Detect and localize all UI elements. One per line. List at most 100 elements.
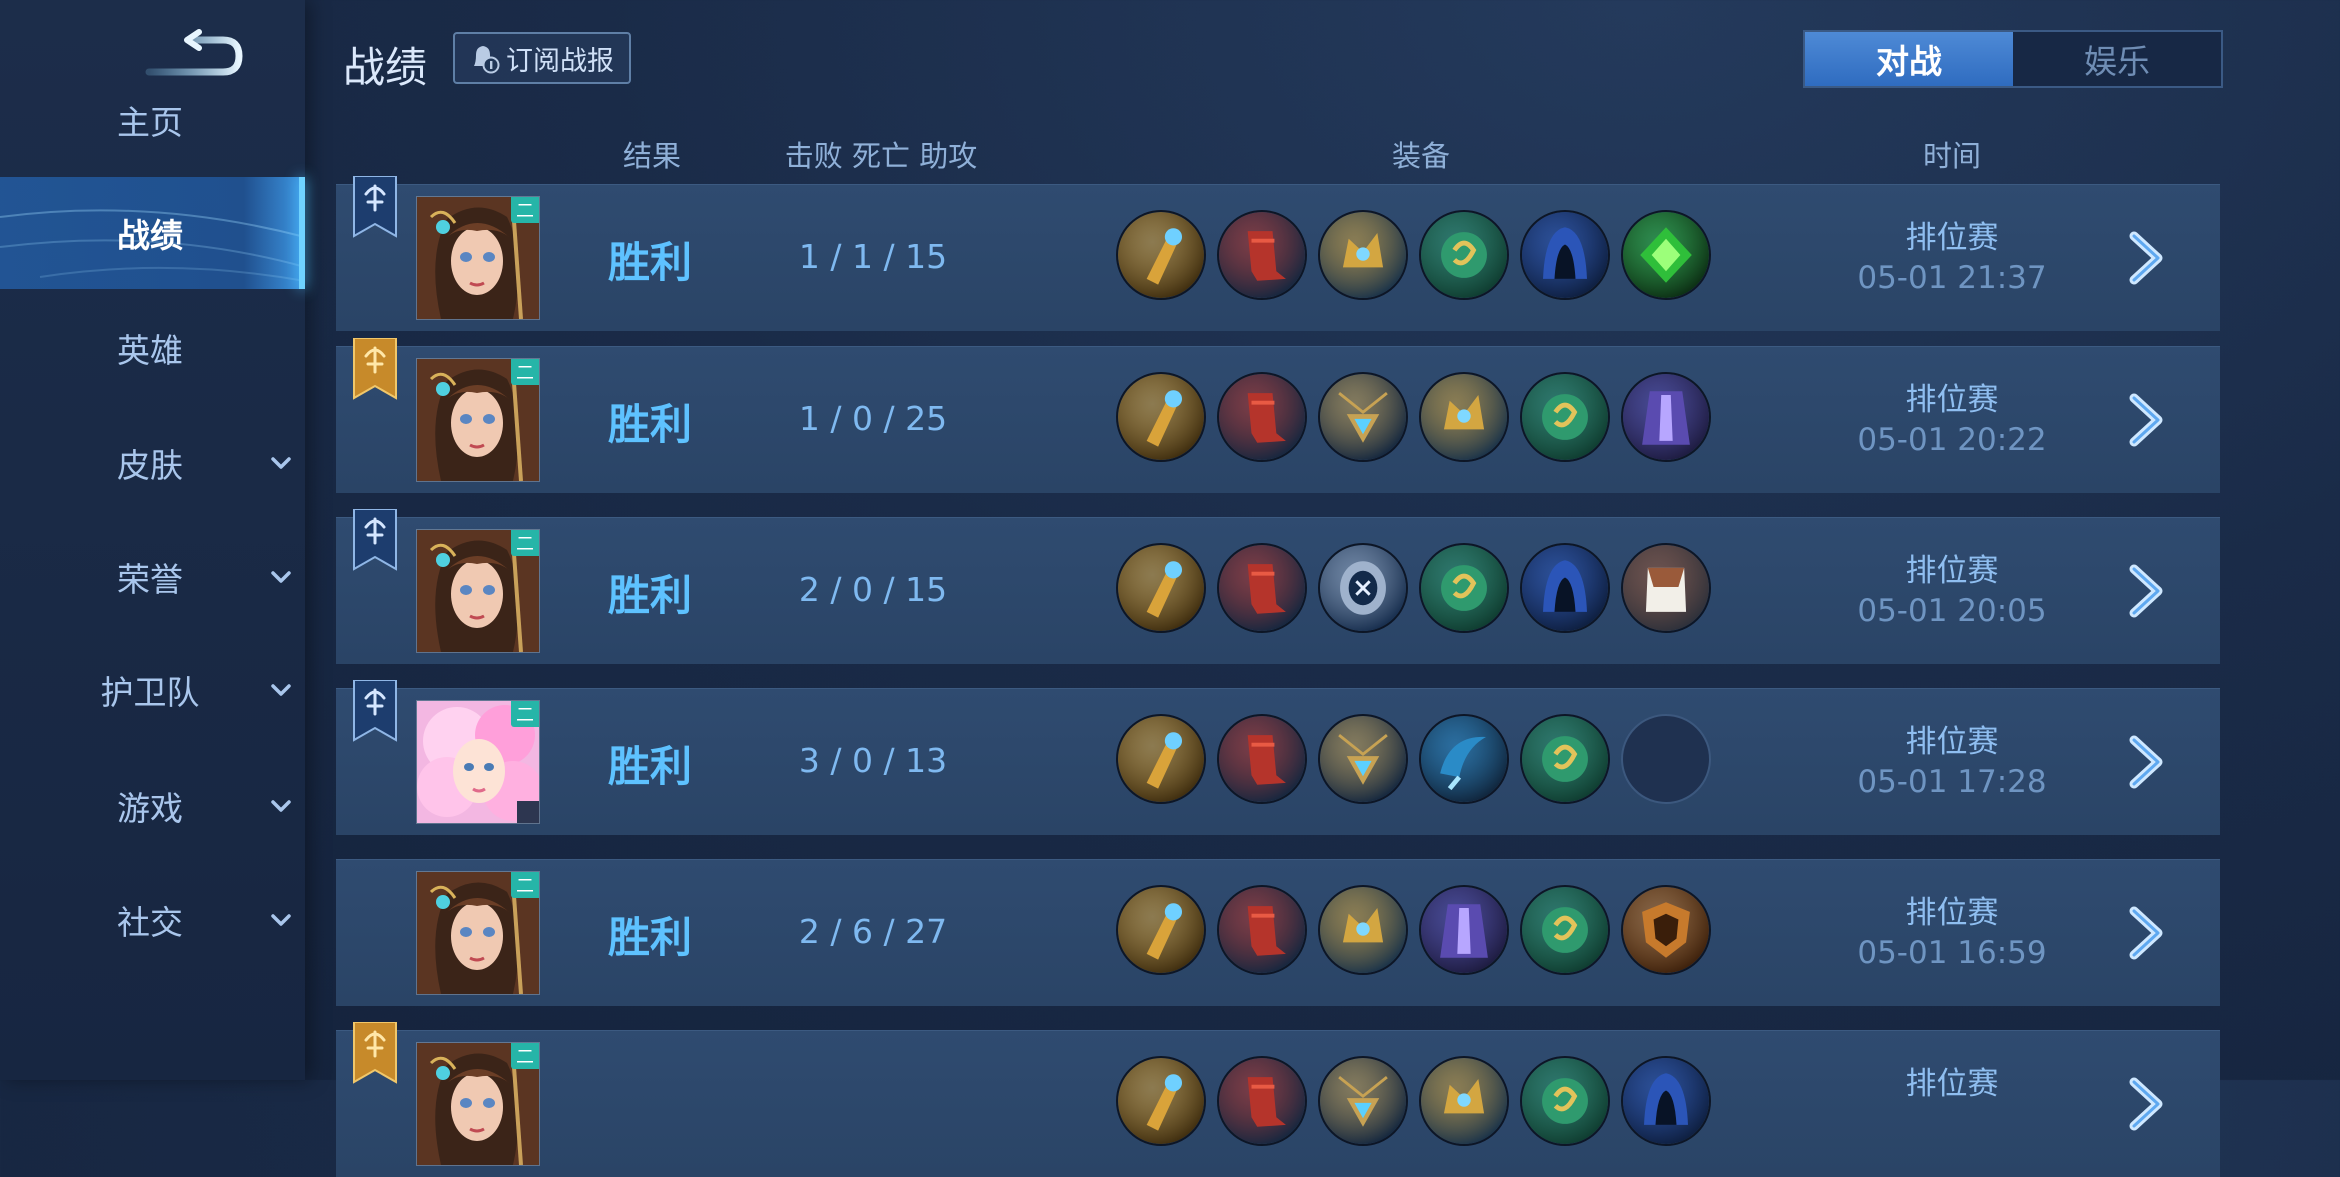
gold-staff-item-icon[interactable] (1116, 372, 1206, 462)
red-boots-item-icon[interactable] (1217, 885, 1307, 975)
rank-flag-icon (352, 508, 398, 571)
chevron-right-icon (2129, 564, 2163, 618)
detail-arrow-button[interactable] (2126, 1074, 2174, 1134)
hero-avatar: 二 (416, 1042, 540, 1166)
bronze-shield-item-icon[interactable] (1621, 885, 1711, 975)
detail-arrow-button[interactable] (2126, 561, 2174, 621)
chevron-right-icon (2129, 393, 2163, 447)
sidebar-item-social[interactable]: 社交 (0, 864, 305, 976)
tab-entertainment[interactable]: 娱乐 (2013, 32, 2221, 86)
hero-avatar: 二 (416, 529, 540, 653)
hero-avatar: 二 (416, 358, 540, 482)
sidebar-item-label: 护卫队 (100, 673, 200, 712)
hero-avatar: 二 (416, 700, 540, 824)
match-time: 05-01 20:05 (1857, 593, 2047, 629)
purple-cloak-item-icon[interactable] (1419, 885, 1509, 975)
page-title: 战绩 (343, 43, 428, 92)
blue-hood-item-icon[interactable] (1520, 543, 1610, 633)
match-kda: 2 / 6 / 27 (798, 912, 948, 951)
match-time: 05-01 21:37 (1857, 260, 2047, 296)
match-row[interactable]: 二胜利 2 / 0 / 15 排位赛 05-01 20:05 (336, 508, 2220, 664)
rank-flag-icon (352, 175, 398, 238)
column-equipment: 装备 (1391, 139, 1451, 173)
blue-hood-item-icon[interactable] (1621, 1056, 1711, 1146)
mode-toggle: 对战 娱乐 (1803, 30, 2223, 88)
sidebar-item-label: 皮肤 (117, 446, 183, 485)
gold-crown-item-icon[interactable] (1318, 210, 1408, 300)
gold-crown-item-icon[interactable] (1318, 885, 1408, 975)
green-amulet-item-icon[interactable] (1419, 210, 1509, 300)
sidebar-item-game[interactable]: 游戏 (0, 750, 305, 862)
sidebar-item-label: 游戏 (117, 789, 183, 828)
subscribe-report-button[interactable]: 订阅战报 (453, 32, 631, 84)
match-mode: 排位赛 (1905, 382, 1999, 418)
detail-arrow-button[interactable] (2126, 390, 2174, 450)
match-mode: 排位赛 (1905, 895, 1999, 931)
empty-item-slot (1621, 714, 1711, 804)
red-boots-item-icon[interactable] (1217, 543, 1307, 633)
sidebar-item-records[interactable]: 战绩 (0, 177, 305, 289)
hero-level-badge: 二 (511, 1043, 539, 1069)
rank-flag-icon (352, 337, 398, 400)
gold-crown-item-icon[interactable] (1419, 1056, 1509, 1146)
gold-staff-item-icon[interactable] (1116, 885, 1206, 975)
chevron-down-icon (271, 457, 291, 469)
hero-level-badge: 二 (511, 701, 539, 727)
gold-staff-item-icon[interactable] (1116, 543, 1206, 633)
match-row[interactable]: 二排位赛 (336, 1021, 2220, 1177)
leather-armor-item-icon[interactable] (1621, 543, 1711, 633)
sidebar-item-guard-team[interactable]: 护卫队 (0, 634, 305, 746)
match-kda: 1 / 0 / 25 (798, 399, 948, 438)
detail-arrow-button[interactable] (2126, 228, 2174, 288)
subscribe-label: 订阅战报 (506, 45, 614, 77)
pendant-item-icon[interactable] (1318, 372, 1408, 462)
hero-avatar: 二 (416, 196, 540, 320)
blue-scythe-item-icon[interactable] (1419, 714, 1509, 804)
match-row[interactable]: 二胜利 3 / 0 / 13 排位赛 05-01 17:28 (336, 679, 2220, 835)
gold-staff-item-icon[interactable] (1116, 714, 1206, 804)
gold-staff-item-icon[interactable] (1116, 1056, 1206, 1146)
match-mode: 排位赛 (1905, 1066, 1999, 1102)
hero-level-badge: 二 (511, 359, 539, 385)
green-amulet-item-icon[interactable] (1520, 885, 1610, 975)
green-amulet-item-icon[interactable] (1520, 372, 1610, 462)
match-kda: 2 / 0 / 15 (798, 570, 948, 609)
hero-level-badge: 二 (511, 197, 539, 223)
detail-arrow-button[interactable] (2126, 903, 2174, 963)
green-amulet-item-icon[interactable] (1419, 543, 1509, 633)
red-boots-item-icon[interactable] (1217, 372, 1307, 462)
hero-avatar: 二 (416, 871, 540, 995)
sidebar-item-home[interactable]: 主页 (0, 64, 305, 176)
match-mode: 排位赛 (1905, 724, 1999, 760)
match-row[interactable]: 二胜利 1 / 1 / 15 排位赛 05-01 21:37 (336, 175, 2220, 331)
green-gem-item-icon[interactable] (1621, 210, 1711, 300)
detail-arrow-button[interactable] (2126, 732, 2174, 792)
gold-staff-item-icon[interactable] (1116, 210, 1206, 300)
match-time: 05-01 17:28 (1857, 764, 2047, 800)
sidebar-item-honor[interactable]: 荣誉 (0, 521, 305, 633)
red-boots-item-icon[interactable] (1217, 210, 1307, 300)
bell-info-icon (474, 46, 500, 74)
match-row[interactable]: 二胜利 2 / 6 / 27 排位赛 05-01 16:59 (336, 859, 2220, 1006)
red-boots-item-icon[interactable] (1217, 1056, 1307, 1146)
chevron-down-icon (271, 914, 291, 926)
green-amulet-item-icon[interactable] (1520, 714, 1610, 804)
blue-hood-item-icon[interactable] (1520, 210, 1610, 300)
red-boots-item-icon[interactable] (1217, 714, 1307, 804)
match-row[interactable]: 二胜利 1 / 0 / 25 排位赛 05-01 20:22 (336, 337, 2220, 493)
sidebar-item-label: 英雄 (117, 331, 183, 370)
sidebar-item-heroes[interactable]: 英雄 (0, 292, 305, 404)
silver-mask-item-icon[interactable] (1318, 543, 1408, 633)
purple-cloak-item-icon[interactable] (1621, 372, 1711, 462)
match-kda: 1 / 1 / 15 (798, 237, 948, 276)
tab-battle[interactable]: 对战 (1805, 32, 2013, 86)
pendant-item-icon[interactable] (1318, 714, 1408, 804)
match-time: 05-01 16:59 (1857, 935, 2047, 971)
gold-crown-item-icon[interactable] (1419, 372, 1509, 462)
sidebar-item-label: 主页 (117, 103, 183, 142)
pendant-item-icon[interactable] (1318, 1056, 1408, 1146)
sidebar-item-skins[interactable]: 皮肤 (0, 407, 305, 519)
match-time: 05-01 20:22 (1857, 422, 2047, 458)
match-mode: 排位赛 (1905, 220, 1999, 256)
green-amulet-item-icon[interactable] (1520, 1056, 1610, 1146)
